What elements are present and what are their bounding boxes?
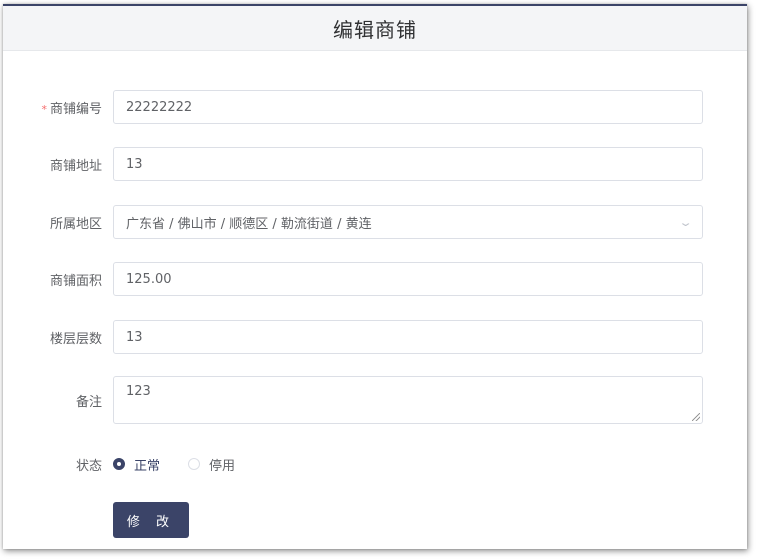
remark-value: 123 (126, 384, 151, 399)
region-value: 广东省 / 佛山市 / 顺德区 / 勒流街道 / 黄连 (126, 216, 372, 232)
required-asterisk: * (41, 102, 47, 116)
region-label: 所属地区 (49, 216, 102, 232)
form-row-remark: 备注 123 (3, 376, 747, 424)
form-row-region: 所属地区 广东省 / 佛山市 / 顺德区 / 勒流街道 / 黄连 ⌄ (3, 205, 747, 239)
submit-edit-button[interactable]: 修 改 (113, 502, 189, 538)
dialog-header: 编辑商铺 (3, 6, 747, 51)
floor-count-value: 13 (126, 329, 143, 345)
status-radio-normal[interactable]: 正常 (113, 455, 160, 474)
shop-address-value: 13 (126, 156, 143, 172)
floor-count-label: 楼层层数 (49, 331, 102, 347)
status-label: 状态 (75, 458, 102, 474)
resize-handle-icon[interactable] (692, 413, 700, 421)
shop-area-value: 125.00 (126, 271, 172, 287)
edit-shop-dialog: 编辑商铺 * 商铺编号 22222222 商铺地址 13 所属地区 广东省 / 佛… (3, 4, 747, 549)
shop-address-input[interactable]: 13 (113, 147, 703, 181)
status-radio-group: 正常 停用 (113, 455, 263, 474)
remark-textarea[interactable]: 123 (113, 376, 703, 424)
shop-code-input[interactable]: 22222222 (113, 90, 703, 124)
shop-address-label: 商铺地址 (49, 158, 102, 174)
chevron-down-icon[interactable]: ⌄ (678, 216, 693, 229)
dialog-title: 编辑商铺 (333, 17, 417, 42)
status-normal-label: 正常 (134, 458, 161, 474)
status-radio-disabled[interactable]: 停用 (188, 455, 235, 474)
form-row-floor-count: 楼层层数 13 (3, 320, 747, 354)
shop-area-label: 商铺面积 (49, 273, 102, 289)
radio-unchecked-icon[interactable] (188, 458, 201, 470)
status-disabled-label: 停用 (209, 458, 236, 474)
region-cascader[interactable]: 广东省 / 佛山市 / 顺德区 / 勒流街道 / 黄连 ⌄ (113, 205, 703, 239)
shop-code-label: * 商铺编号 (41, 101, 102, 117)
radio-checked-icon[interactable] (113, 458, 125, 470)
floor-count-input[interactable]: 13 (113, 320, 703, 354)
shop-code-value: 22222222 (126, 99, 193, 115)
form-row-status: 状态 正常 停用 (3, 454, 747, 474)
shop-area-input[interactable]: 125.00 (113, 262, 703, 296)
form-row-shop-address: 商铺地址 13 (3, 147, 747, 181)
remark-label: 备注 (75, 394, 102, 410)
form-row-shop-code: * 商铺编号 22222222 (3, 90, 747, 124)
form-row-shop-area: 商铺面积 125.00 (3, 262, 747, 296)
